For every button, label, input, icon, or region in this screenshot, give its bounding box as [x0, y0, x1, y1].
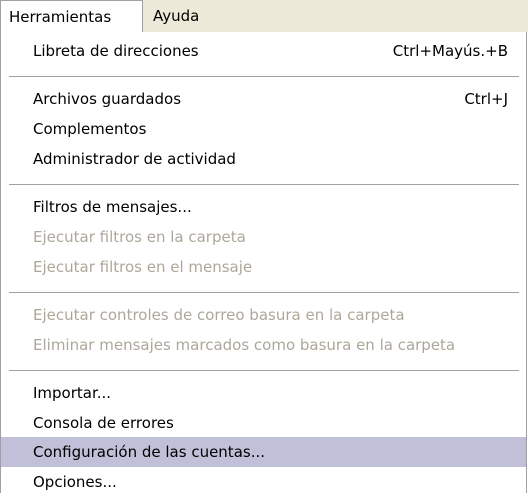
menu-item-label: Configuración de las cuentas...	[33, 443, 266, 461]
menu-item-filtros-mensajes[interactable]: Filtros de mensajes...	[1, 192, 526, 222]
menu-item-label: Consola de errores	[33, 414, 174, 432]
menu-item-complementos[interactable]: Complementos	[1, 114, 526, 144]
menu-item-archivos-guardados[interactable]: Archivos guardados Ctrl+J	[1, 84, 526, 114]
menu-item-label: Ejecutar filtros en la carpeta	[33, 228, 246, 246]
menu-item-consola-errores[interactable]: Consola de errores	[1, 408, 526, 438]
menu-item-shortcut: Ctrl+Mayús.+B	[392, 42, 508, 60]
menu-item-label: Filtros de mensajes...	[33, 198, 192, 216]
menu-herramientas[interactable]: Herramientas	[0, 0, 143, 32]
menu-herramientas-label: Herramientas	[9, 8, 112, 26]
menu-ayuda-label: Ayuda	[153, 7, 200, 25]
menu-item-label: Libreta de direcciones	[33, 42, 199, 60]
menu-item-ejecutar-controles-basura[interactable]: Ejecutar controles de correo basura en l…	[1, 300, 526, 330]
menu-item-administrador-actividad[interactable]: Administrador de actividad	[1, 144, 526, 174]
menu-item-label: Eliminar mensajes marcados como basura e…	[33, 336, 456, 354]
menu-item-label: Ejecutar controles de correo basura en l…	[33, 306, 405, 324]
menu-item-importar[interactable]: Importar...	[1, 378, 526, 408]
menu-separator	[9, 184, 519, 185]
menu-item-configuracion-cuentas[interactable]: Configuración de las cuentas...	[1, 437, 526, 467]
menu-item-ejecutar-filtros-mensaje[interactable]: Ejecutar filtros en el mensaje	[1, 252, 526, 282]
menu-item-label: Importar...	[33, 384, 112, 402]
menubar: Herramientas Ayuda	[0, 0, 528, 32]
menu-separator	[9, 292, 519, 293]
menu-item-label: Ejecutar filtros en el mensaje	[33, 258, 253, 276]
menu-item-eliminar-mensajes-basura[interactable]: Eliminar mensajes marcados como basura e…	[1, 330, 526, 360]
menu-separator	[9, 76, 519, 77]
menu-item-libreta-direcciones[interactable]: Libreta de direcciones Ctrl+Mayús.+B	[1, 36, 526, 66]
menu-item-label: Complementos	[33, 120, 147, 138]
menu-item-label: Archivos guardados	[33, 90, 182, 108]
tools-dropdown-menu: Libreta de direcciones Ctrl+Mayús.+B Arc…	[0, 32, 527, 493]
menu-ayuda[interactable]: Ayuda	[145, 0, 207, 32]
menu-separator	[9, 370, 519, 371]
menu-item-label: Administrador de actividad	[33, 150, 236, 168]
menu-item-shortcut: Ctrl+J	[464, 90, 508, 108]
menu-item-ejecutar-filtros-carpeta[interactable]: Ejecutar filtros en la carpeta	[1, 222, 526, 252]
